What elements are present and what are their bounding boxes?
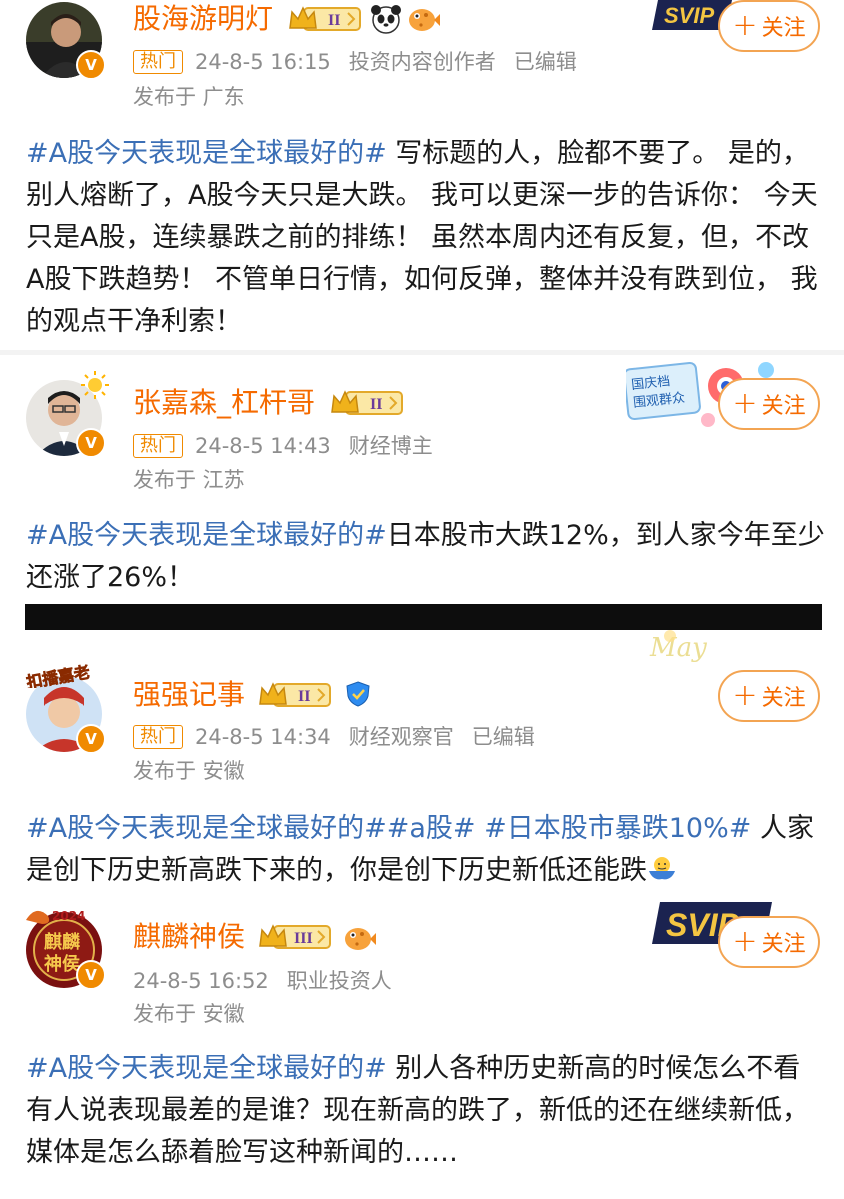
plus-icon: + xyxy=(732,386,758,421)
post-time: 24-8-5 14:43 xyxy=(195,434,331,458)
svg-text:SVIP: SVIP xyxy=(664,3,714,28)
follow-button[interactable]: + 关注 xyxy=(718,378,820,430)
post-time: 24-8-5 16:15 xyxy=(195,50,331,74)
post-location: 发布于 广东 xyxy=(133,85,245,109)
shield-badge-icon xyxy=(344,680,372,712)
topic-tag[interactable]: #A股今天表现是全球最好的# xyxy=(26,520,387,551)
follow-button[interactable]: + 关注 xyxy=(718,0,820,52)
username[interactable]: 股海游明灯 xyxy=(133,2,273,36)
redaction-bar xyxy=(25,604,822,630)
topic-tag[interactable]: #A股今天表现是全球最好的# xyxy=(26,1053,387,1084)
svg-text:II: II xyxy=(370,396,382,413)
hot-badge: 热门 xyxy=(133,725,183,749)
verified-v-icon: V xyxy=(76,724,106,754)
crown-level-icon: III xyxy=(258,922,332,952)
svg-text:扣播嘉老: 扣播嘉老 xyxy=(25,662,91,688)
follow-button[interactable]: + 关注 xyxy=(718,670,820,722)
author-role: 财经观察官 xyxy=(348,725,454,749)
post-time: 24-8-5 14:34 xyxy=(195,725,331,749)
post-meta: 热门 24-8-5 14:43 财经博主 xyxy=(133,433,433,459)
post-time: 24-8-5 16:52 xyxy=(133,969,269,993)
avatar-pendant: 2024 xyxy=(22,902,102,932)
plus-icon: + xyxy=(732,8,758,43)
post-content[interactable]: #A股今天表现是全球最好的##a股# #日本股市暴跌10%# 人家是创下历史新高… xyxy=(26,808,826,896)
hot-badge: 热门 xyxy=(133,50,183,74)
crown-level-icon: II xyxy=(288,4,362,34)
may-sticker-icon: May xyxy=(640,630,770,670)
hot-badge: 热门 xyxy=(133,434,183,458)
post-location: 发布于 安徽 xyxy=(133,1002,245,1026)
crown-level-icon: II xyxy=(258,680,332,710)
svg-text:III: III xyxy=(294,930,313,947)
pufferfish-emoji-icon xyxy=(406,3,440,39)
post-location: 发布于 江苏 xyxy=(133,468,245,492)
username[interactable]: 强强记事 xyxy=(133,678,245,712)
follow-button[interactable]: + 关注 xyxy=(718,916,820,968)
author-role: 投资内容创作者 xyxy=(348,50,496,74)
verified-v-icon: V xyxy=(76,960,106,990)
topic-tag[interactable]: #A股今天表现是全球最好的##a股# #日本股市暴跌10%# xyxy=(26,813,751,844)
post-content[interactable]: #A股今天表现是全球最好的# 别人各种历史新高的时候怎么不看有人说表现最差的是谁… xyxy=(26,1048,826,1174)
svg-text:II: II xyxy=(328,12,340,29)
post-content[interactable]: #A股今天表现是全球最好的# 写标题的人，脸都不要了。 是的，别人熔断了，A股今… xyxy=(26,133,826,343)
svg-text:麒麟: 麒麟 xyxy=(44,931,81,953)
verified-v-icon: V xyxy=(76,50,106,80)
post-4: 麒麟 神侯 V 2024 麒麟神侯 III SVIP + 关注 24-8-5 1… xyxy=(0,890,844,1199)
svg-text:II: II xyxy=(298,688,310,705)
crown-level-icon: II xyxy=(330,388,404,418)
post-meta: 热门 24-8-5 14:34 财经观察官 已编辑 xyxy=(133,724,535,750)
sun-icon xyxy=(80,370,110,404)
post-3: May V 扣播嘉老 强强记事 II + 关注 热门 24-8-5 14:34 … xyxy=(0,630,844,890)
post-location: 发布于 安徽 xyxy=(133,759,245,783)
username[interactable]: 张嘉森_杠杆哥 xyxy=(133,386,315,420)
panda-emoji-icon xyxy=(370,3,402,39)
plus-icon: + xyxy=(732,678,758,713)
svg-text:May: May xyxy=(649,633,707,663)
post-2: V 张嘉森_杠杆哥 II 国庆档 围观群众 + 关注 热门 24-8-5 14:… xyxy=(0,356,844,604)
avatar-pendant: 扣播嘉老 xyxy=(22,662,108,692)
edited-label: 已编辑 xyxy=(513,50,577,74)
svg-text:2024: 2024 xyxy=(52,909,85,923)
post-meta: 热门 24-8-5 16:15 投资内容创作者 已编辑 xyxy=(133,49,577,75)
post-1: V 股海游明灯 II SVIP + 关注 热门 24-8-5 16:15 投资内… xyxy=(0,0,844,352)
follow-label: 关注 xyxy=(761,16,806,41)
topic-tag[interactable]: #A股今天表现是全球最好的# xyxy=(26,138,387,169)
verified-v-icon: V xyxy=(76,428,106,458)
edited-label: 已编辑 xyxy=(471,725,535,749)
follow-label: 关注 xyxy=(761,932,806,957)
post-meta: 24-8-5 16:52 职业投资人 xyxy=(133,968,392,994)
plus-icon: + xyxy=(732,924,758,959)
follow-label: 关注 xyxy=(761,394,806,419)
author-role: 财经博主 xyxy=(348,434,433,458)
follow-label: 关注 xyxy=(761,686,806,711)
pufferfish-emoji-icon xyxy=(342,922,376,958)
post-divider xyxy=(0,350,844,355)
author-role: 职业投资人 xyxy=(286,969,392,993)
post-content[interactable]: #A股今天表现是全球最好的#日本股市大跌12%，到人家今年至少还涨了26%！ xyxy=(26,515,826,599)
username[interactable]: 麒麟神侯 xyxy=(133,920,245,954)
avatar[interactable]: V xyxy=(26,2,106,80)
